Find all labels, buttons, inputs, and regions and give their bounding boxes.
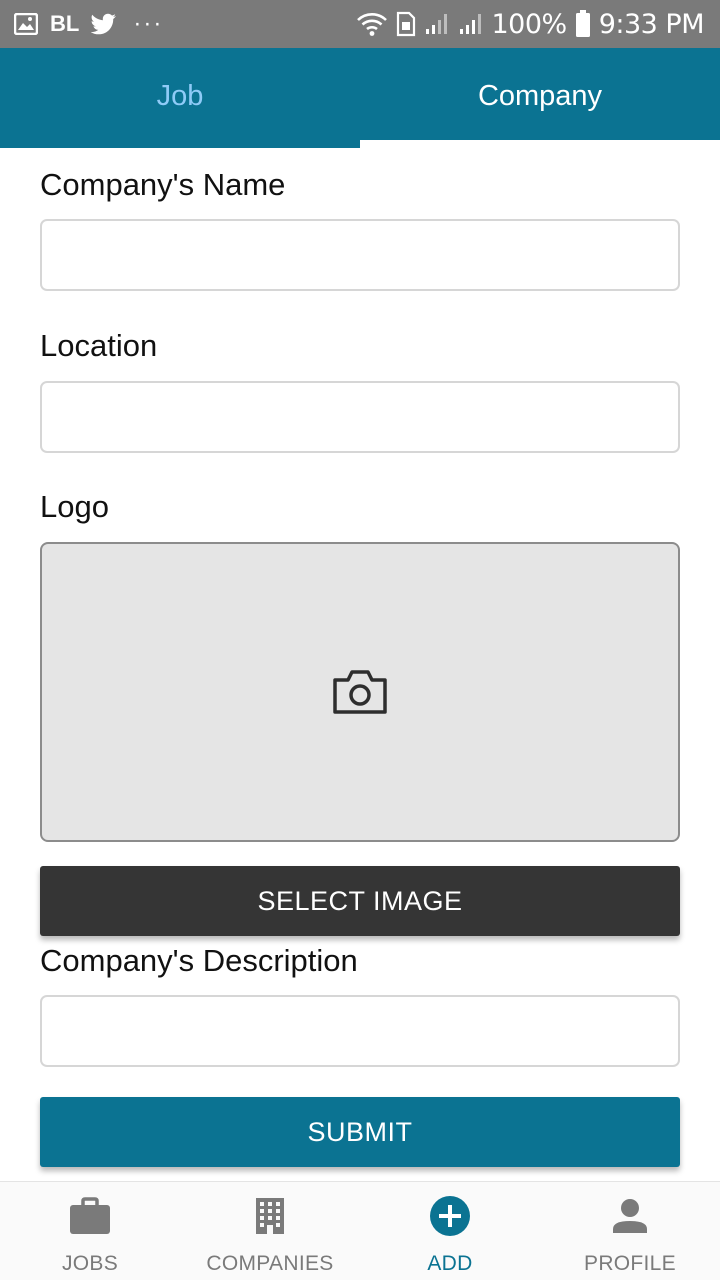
tab-company[interactable]: Company	[360, 48, 720, 148]
tab-company-label: Company	[477, 79, 603, 112]
bottom-navigation: JOBS COMPANIES ADD PROFILE	[0, 1181, 720, 1280]
nav-item-jobs[interactable]: JOBS	[0, 1182, 180, 1280]
status-bar: BL ··· 100% 9:33 PM	[0, 0, 720, 48]
nav-item-profile[interactable]: PROFILE	[540, 1182, 720, 1280]
tab-job-label: Job	[156, 79, 204, 112]
active-tab-indicator	[360, 140, 720, 148]
description-input[interactable]	[40, 995, 680, 1067]
person-icon	[612, 1196, 648, 1236]
company-name-input[interactable]	[40, 219, 680, 291]
sim-icon	[396, 11, 416, 37]
logo-image-placeholder[interactable]	[40, 542, 680, 842]
nav-label-add: ADD	[427, 1252, 473, 1275]
tab-job[interactable]: Job	[0, 48, 360, 148]
add-circle-icon	[429, 1196, 471, 1236]
logo-label: Logo	[40, 489, 109, 524]
nav-label-jobs: JOBS	[61, 1252, 119, 1275]
status-bar-right: 100% 9:33 PM	[356, 0, 705, 48]
twitter-icon	[91, 13, 117, 35]
tab-bar: Job Company	[0, 48, 720, 148]
image-icon	[14, 13, 38, 35]
nav-item-add[interactable]: ADD	[360, 1182, 540, 1280]
description-label: Company's Description	[40, 943, 358, 978]
nav-label-companies: COMPANIES	[206, 1252, 334, 1275]
submit-button[interactable]: SUBMIT	[40, 1097, 680, 1167]
location-label: Location	[40, 328, 158, 363]
wifi-icon	[356, 11, 388, 37]
select-image-button[interactable]: SELECT IMAGE	[40, 866, 680, 936]
signal-icon	[458, 12, 484, 36]
briefcase-icon	[69, 1196, 111, 1236]
battery-percent: 100%	[491, 8, 568, 40]
clock-time: 9:33 PM	[598, 8, 705, 40]
carrier-text: BL	[50, 11, 80, 36]
nav-label-profile: PROFILE	[584, 1252, 676, 1275]
select-image-label: SELECT IMAGE	[257, 885, 463, 916]
submit-label: SUBMIT	[307, 1116, 413, 1147]
battery-icon	[575, 10, 591, 38]
nav-item-companies[interactable]: COMPANIES	[180, 1182, 360, 1280]
overflow-dots: ···	[133, 10, 164, 37]
signal-icon	[424, 12, 450, 36]
company-name-label: Company's Name	[40, 167, 286, 202]
camera-icon	[331, 668, 389, 716]
status-bar-left: BL ···	[14, 0, 163, 48]
building-icon	[255, 1196, 285, 1236]
location-input[interactable]	[40, 381, 680, 453]
